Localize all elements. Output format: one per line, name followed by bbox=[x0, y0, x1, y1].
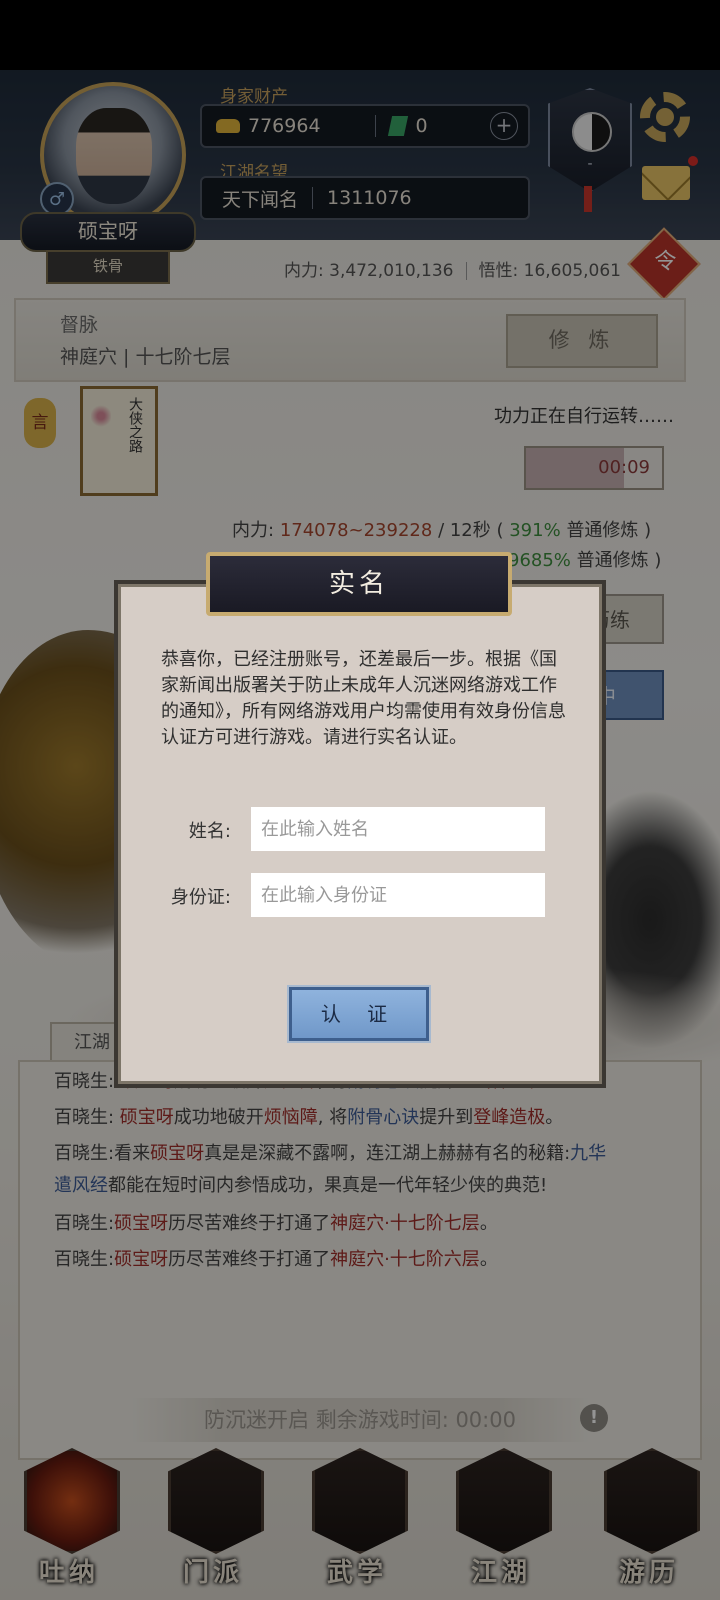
verify-button[interactable]: 认 证 bbox=[289, 987, 429, 1041]
name-label: 姓名: bbox=[188, 821, 231, 842]
dialog-message: 恭喜你，已经注册账号，还差最后一步。根据《国家新闻出版署关于防止未成年人沉迷网络… bbox=[161, 649, 566, 748]
name-input[interactable] bbox=[251, 807, 545, 851]
id-number-input[interactable] bbox=[251, 873, 545, 917]
id-label: 身份证: bbox=[170, 887, 231, 908]
dialog-title: 实名 bbox=[206, 552, 512, 616]
real-name-dialog: 恭喜你，已经注册账号，还差最后一步。根据《国家新闻出版署关于防止未成年人沉迷网络… bbox=[118, 584, 602, 1084]
